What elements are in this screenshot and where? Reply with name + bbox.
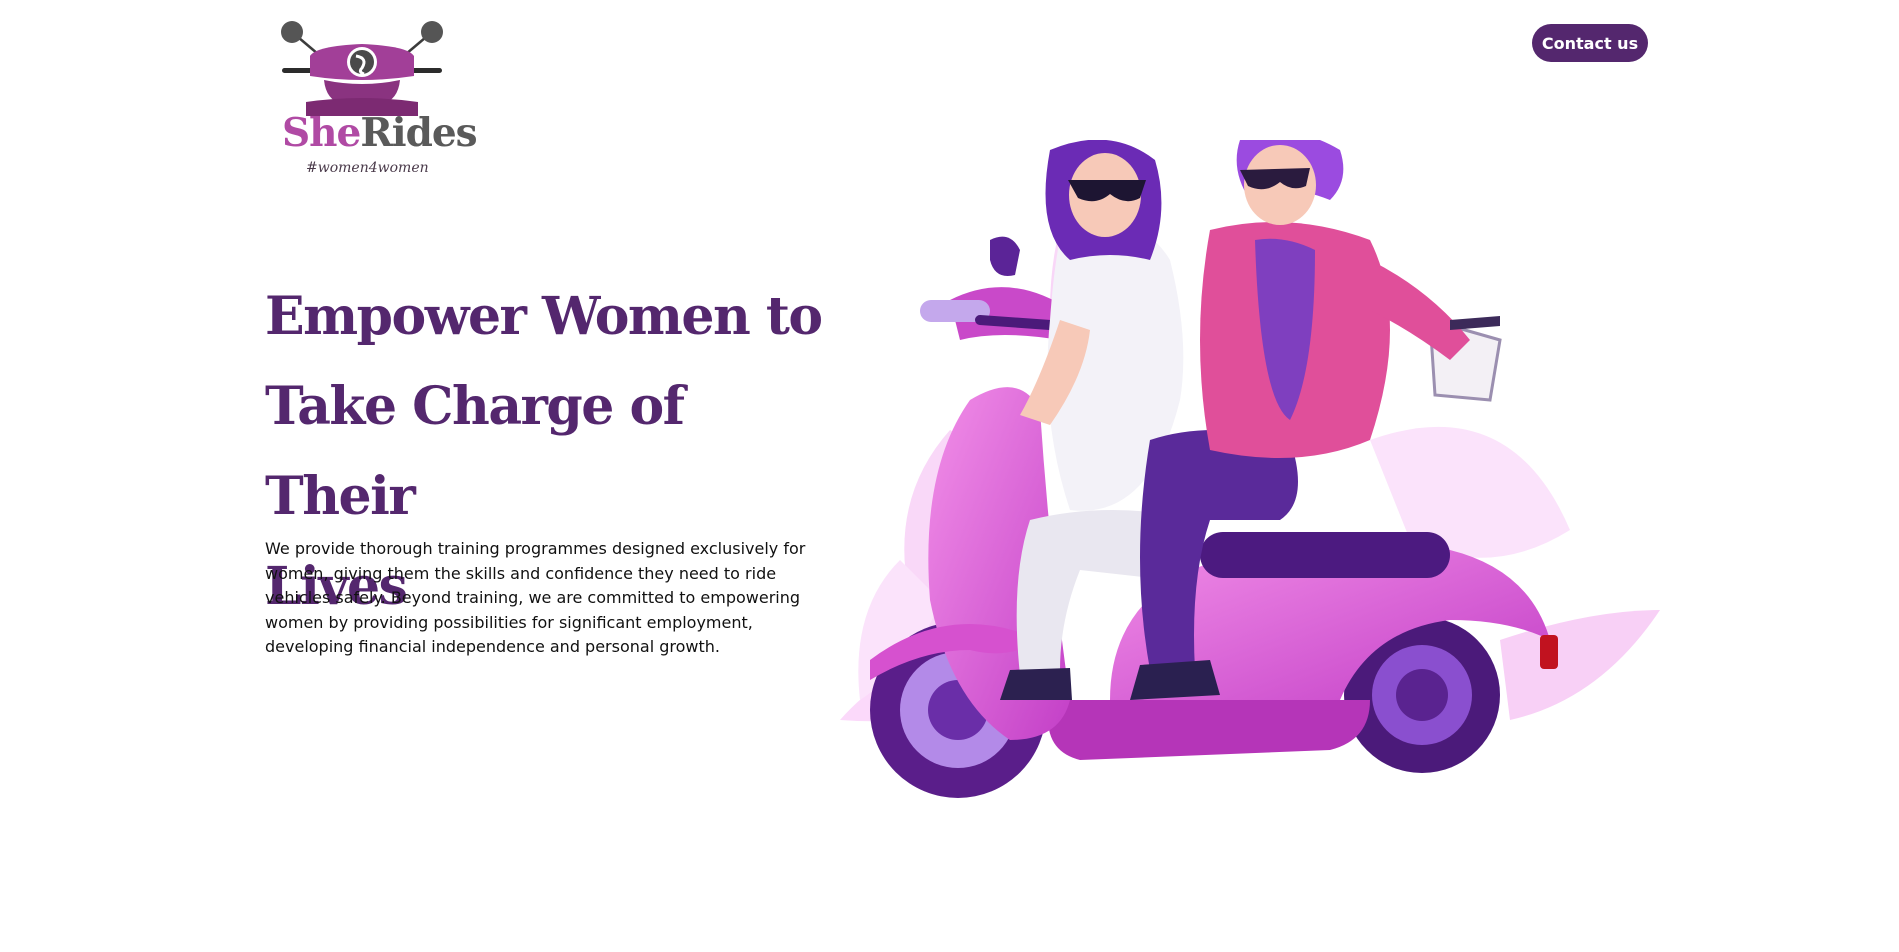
sherides-logo[interactable]: SheRides #women4women (276, 18, 478, 184)
scooter-mirror (990, 236, 1020, 276)
scooter-front-icon (281, 21, 443, 116)
scooter-illustration-svg (840, 132, 1660, 798)
logo-wordmark: SheRides (282, 114, 478, 153)
women-riding-scooter-illustration (810, 132, 1670, 840)
contact-us-button[interactable]: Contact us (1532, 24, 1648, 62)
logo-tagline: #women4women (306, 160, 429, 176)
landing-page: SheRides #women4women Contact us Empower… (0, 0, 1899, 952)
scooter-floorboard (1048, 700, 1370, 760)
logo-she-text: She (282, 110, 361, 156)
phone (1450, 316, 1500, 330)
rider-1-shoe (1000, 668, 1072, 700)
rider-2-shoe (1130, 660, 1220, 700)
hero-description: We provide thorough training programmes … (265, 539, 806, 656)
logo-rides-text: Rides (360, 110, 477, 156)
scooter-taillight (1540, 635, 1558, 669)
hero-title-line-1: Empower Women to (265, 286, 823, 347)
scooter-seat (1200, 532, 1450, 578)
hero-title-line-2: Take Charge of Their (265, 376, 685, 527)
